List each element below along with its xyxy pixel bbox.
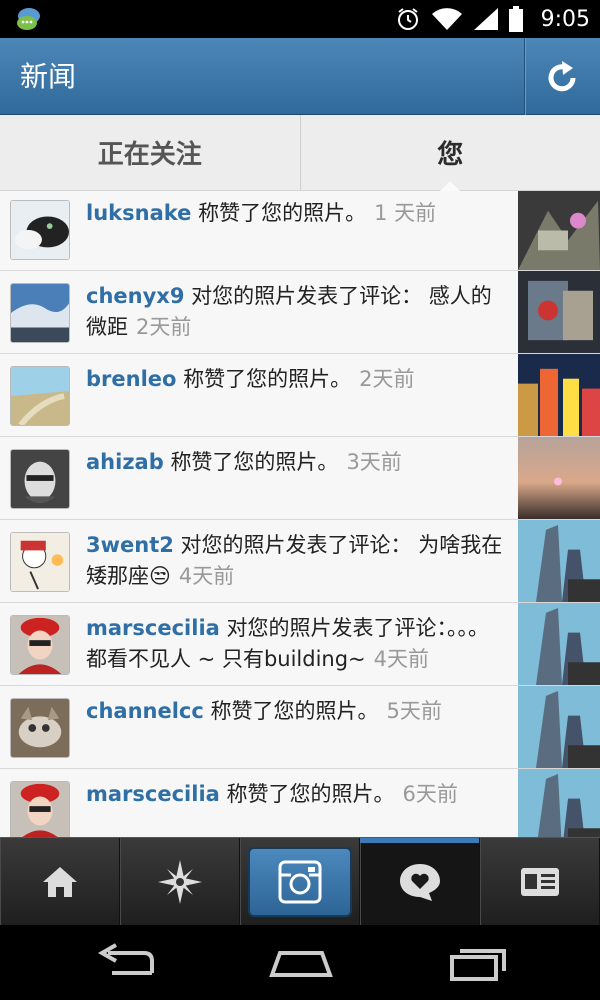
username-link[interactable]: marscecilia (86, 616, 220, 640)
avatar[interactable] (10, 200, 70, 260)
bottom-tab-bar (0, 837, 600, 926)
avatar[interactable] (10, 449, 70, 509)
photo-thumbnail[interactable] (518, 686, 600, 768)
photo-thumbnail[interactable] (518, 769, 600, 837)
username-link[interactable]: luksnake (86, 201, 191, 225)
wifi-icon (431, 8, 462, 30)
clock-time: 9:05 (540, 6, 590, 32)
notification-text: 称赞了您的照片。 (210, 699, 379, 723)
app-header: 新闻 (0, 38, 600, 115)
list-item[interactable]: brenleo 称赞了您的照片。 2天前 (0, 354, 600, 437)
avatar[interactable] (10, 698, 70, 758)
timestamp: 1 天前 (374, 201, 437, 225)
list-item[interactable]: 3went2 对您的照片发表了评论： 为啥我在矮那座😒 4天前 (0, 520, 600, 603)
avatar[interactable] (10, 283, 70, 343)
list-item[interactable]: marscecilia 称赞了您的照片。 6天前 (0, 769, 600, 837)
back-icon[interactable] (92, 943, 162, 983)
timestamp: 3天前 (346, 450, 402, 474)
alarm-icon (397, 8, 418, 30)
photo-thumbnail[interactable] (518, 603, 600, 685)
chat-app-icon (17, 8, 40, 30)
username-link[interactable]: 3went2 (86, 533, 174, 557)
avatar[interactable] (10, 532, 70, 592)
timestamp: 2天前 (136, 315, 192, 339)
tab-following[interactable]: 正在关注 (0, 115, 300, 190)
page-title: 新闻 (20, 60, 77, 93)
news-icon (399, 864, 440, 901)
nav-camera-button[interactable] (240, 838, 360, 926)
avatar[interactable] (10, 781, 70, 837)
timestamp: 6天前 (402, 782, 458, 806)
notification-text: 称赞了您的照片。 (226, 782, 395, 806)
photo-thumbnail[interactable] (518, 191, 600, 270)
explore-icon (157, 860, 202, 904)
photo-thumbnail[interactable] (518, 354, 600, 436)
photo-thumbnail[interactable] (518, 437, 600, 519)
nav-news-button[interactable] (360, 838, 480, 926)
list-item[interactable]: chenyx9 对您的照片发表了评论： 感人的微距 2天前 (0, 271, 600, 354)
timestamp: 2天前 (359, 367, 415, 391)
status-bar: 9:05 (0, 0, 600, 38)
list-item[interactable]: channelcc 称赞了您的照片。 5天前 (0, 686, 600, 769)
timestamp: 4天前 (373, 647, 430, 671)
list-item[interactable]: ahizab 称赞了您的照片。 3天前 (0, 437, 600, 520)
home-icon (42, 867, 77, 897)
username-link[interactable]: marscecilia (86, 782, 220, 806)
profile-icon (520, 868, 559, 896)
photo-thumbnail[interactable] (518, 520, 600, 602)
notification-list[interactable]: luksnake 称赞了您的照片。 1 天前 chenyx9 对您的照片发表了评论… (0, 191, 600, 837)
list-item[interactable]: luksnake 称赞了您的照片。 1 天前 (0, 191, 600, 271)
notification-text: 称赞了您的照片。 (170, 450, 339, 474)
nav-profile-button[interactable] (480, 838, 600, 926)
notification-text: 称赞了您的照片。 (198, 201, 367, 225)
refresh-button[interactable] (524, 38, 600, 115)
username-link[interactable]: channelcc (86, 699, 204, 723)
username-link[interactable]: brenleo (86, 367, 176, 391)
tab-you[interactable]: 您 (299, 115, 600, 191)
nav-home-button[interactable] (0, 838, 120, 926)
timestamp: 4天前 (178, 564, 235, 588)
battery-icon (508, 6, 523, 32)
nav-explore-button[interactable] (120, 838, 240, 926)
username-link[interactable]: chenyx9 (86, 284, 184, 308)
news-tabs: 正在关注 您 (0, 115, 600, 191)
list-item[interactable]: marscecilia 对您的照片发表了评论：。。。都看不见人 ~ 只有buil… (0, 603, 600, 686)
system-navigation-bar (0, 925, 600, 1000)
recent-apps-icon[interactable] (442, 943, 512, 983)
notification-text: 称赞了您的照片。 (183, 367, 352, 391)
photo-thumbnail[interactable] (518, 271, 600, 353)
timestamp: 5天前 (386, 699, 442, 723)
username-link[interactable]: ahizab (86, 450, 164, 474)
signal-icon (473, 8, 498, 30)
avatar[interactable] (10, 366, 70, 426)
home-system-icon[interactable] (266, 943, 336, 983)
camera-icon (278, 860, 321, 904)
avatar[interactable] (10, 615, 70, 675)
refresh-icon (548, 60, 575, 91)
